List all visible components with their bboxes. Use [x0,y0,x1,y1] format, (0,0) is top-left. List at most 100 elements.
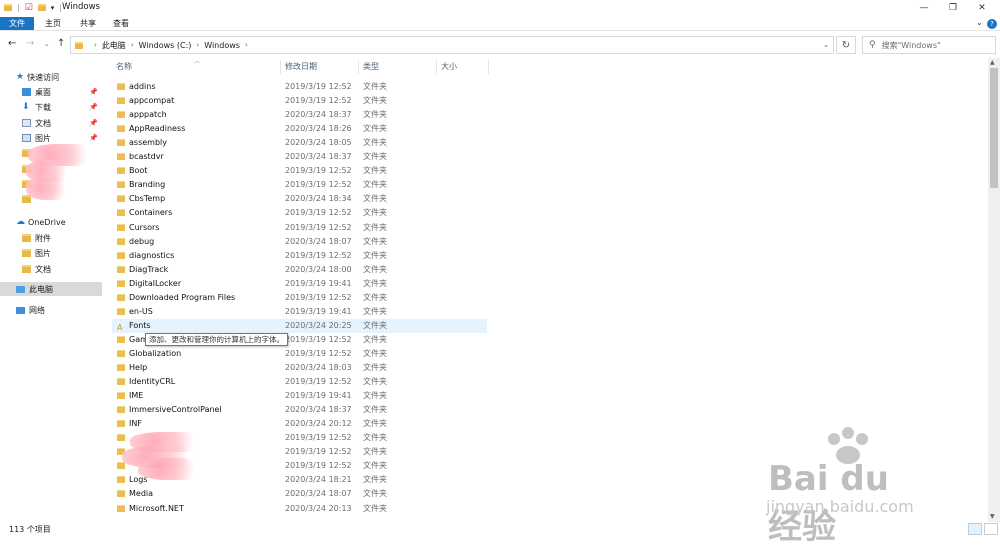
maximize-button[interactable]: ❐ [939,0,967,15]
breadcrumb-drive[interactable]: Windows (C:) [139,41,192,50]
table-row[interactable]: AppReadiness 2020/3/24 18:26 文件夹 [112,122,487,136]
table-row[interactable]: DiagTrack 2020/3/24 18:00 文件夹 [112,263,487,277]
folder-icon [117,420,125,428]
file-name: Containers [129,208,173,218]
file-type: 文件夹 [363,447,387,457]
refresh-button[interactable]: ↻ [836,36,856,54]
file-type: 文件夹 [363,306,387,316]
properties-icon[interactable]: ☑ [25,3,33,13]
expand-ribbon-icon[interactable]: ⌄ [976,18,983,27]
folder-icon [117,83,125,90]
close-button[interactable]: ✕ [968,0,996,15]
tab-share[interactable]: 共享 [72,17,104,30]
file-name: Boot [129,166,148,176]
table-row[interactable]: Boot 2019/3/19 12:52 文件夹 [112,164,487,178]
file-type: 文件夹 [363,110,387,120]
file-name: IdentityCRL [129,377,176,387]
file-type: 文件夹 [363,138,387,148]
file-date: 2019/3/19 12:52 [285,292,352,302]
table-row[interactable]: IdentityCRL 2019/3/19 12:52 文件夹 [112,375,487,389]
table-row[interactable]: Cursors 2019/3/19 12:52 文件夹 [112,221,487,235]
up-icon[interactable]: ↑ [57,38,65,49]
details-view-icon[interactable] [968,523,982,535]
file-date: 2019/3/19 12:52 [285,82,352,91]
nav-item-attachments[interactable]: 附件 [0,231,102,245]
nav-onedrive[interactable]: ☁ OneDrive [0,215,102,229]
folder-icon [117,335,125,343]
folder-icon [117,406,125,414]
recent-locations-icon[interactable]: ⌄ [44,40,50,48]
table-row[interactable]: Help 2020/3/24 18:03 文件夹 [112,361,487,375]
file-name: INF [129,419,142,429]
help-icon[interactable]: ? [987,19,997,29]
breadcrumb-windows[interactable]: Windows [204,41,240,50]
network-icon [16,306,25,314]
column-header-date[interactable]: 修改日期 [285,60,317,74]
table-row[interactable]: diagnostics 2019/3/19 12:52 文件夹 [112,249,487,263]
table-row[interactable]: IME 2019/3/19 19:41 文件夹 [112,389,487,403]
table-row[interactable]: debug 2020/3/24 18:07 文件夹 [112,235,487,249]
table-row[interactable]: bcastdvr 2020/3/24 18:37 文件夹 [112,150,487,164]
table-row[interactable]: addins 2019/3/19 12:52 文件夹 [112,80,487,94]
nav-item-pictures[interactable]: 图片 📌 [0,131,102,145]
table-row[interactable]: Microsoft.NET 2020/3/24 20:13 文件夹 [112,502,487,516]
address-dropdown-icon[interactable]: ⌄ [823,41,829,49]
file-type: 文件夹 [363,222,387,232]
scroll-down-icon[interactable]: ▼ [990,513,995,520]
tab-home[interactable]: 主页 [37,17,69,30]
tab-file[interactable]: 文件 [0,17,34,30]
table-row[interactable]: CbsTemp 2020/3/24 18:34 文件夹 [112,192,487,206]
table-row[interactable]: assembly 2020/3/24 18:05 文件夹 [112,136,487,150]
file-type: 文件夹 [363,363,387,372]
table-row[interactable]: DigitalLocker 2019/3/19 19:41 文件夹 [112,277,487,291]
table-row[interactable]: Media 2020/3/24 18:07 文件夹 [112,487,487,501]
folder-icon [117,153,125,161]
nav-item-desktop[interactable]: 桌面 📌 [0,85,102,99]
column-header-name[interactable]: 名称 [116,60,132,74]
breadcrumb-this-pc[interactable]: 此电脑 [102,40,126,51]
file-name: Media [129,489,154,499]
table-row[interactable]: Downloaded Program Files 2019/3/19 12:52 文… [112,291,487,305]
file-date: 2020/3/24 18:00 [285,264,352,274]
nav-item-documents[interactable]: 文档 📌 [0,116,102,130]
search-input[interactable]: ⚲ 搜索"Windows" [862,36,996,54]
column-header-type[interactable]: 类型 [363,60,379,74]
nav-item-od-documents[interactable]: 文档 [0,262,102,276]
table-row[interactable]: Branding 2019/3/19 12:52 文件夹 [112,178,487,192]
file-type: 文件夹 [363,264,387,274]
nav-item-od-pictures[interactable]: 图片 [0,246,102,260]
file-name: Downloaded Program Files [129,292,236,302]
address-bar[interactable]: › 此电脑 › Windows (C:) › Windows › ⌄ [70,36,834,54]
nav-network[interactable]: 网络 [0,303,102,317]
file-type: 文件夹 [363,180,387,190]
table-row[interactable]: en-US 2019/3/19 19:41 文件夹 [112,305,487,319]
nav-quick-access[interactable]: ★ 快速访问 [0,70,102,84]
table-row[interactable]: A Fonts 2020/3/24 20:25 文件夹 [112,318,487,333]
scrollbar-thumb[interactable] [990,68,998,188]
folder-icon [117,167,125,175]
back-icon[interactable]: ← [8,38,16,49]
table-row[interactable]: appcompat 2019/3/19 12:52 文件夹 [112,94,487,108]
scroll-up-icon[interactable]: ▲ [990,59,995,66]
large-icons-view-icon[interactable] [984,523,998,535]
table-row[interactable]: Containers 2019/3/19 12:52 文件夹 [112,206,487,220]
window-title: Windows [62,2,100,12]
forward-icon[interactable]: → [26,38,34,49]
table-row[interactable]: Globalization 2019/3/19 12:52 文件夹 [112,347,487,361]
tab-view[interactable]: 查看 [105,17,137,30]
table-row[interactable]: apppatch 2020/3/24 18:37 文件夹 [112,108,487,122]
minimize-button[interactable]: — [910,0,938,15]
nav-item-downloads[interactable]: ⬇ 下载 📌 [0,100,102,114]
table-row[interactable]: ImmersiveControlPanel 2020/3/24 18:37 文件夹 [112,403,487,417]
nav-this-pc[interactable]: 此电脑 [0,282,102,296]
file-type: 文件夹 [363,475,387,485]
vertical-scrollbar[interactable]: ▲ ▼ [988,58,1000,522]
customize-toolbar-icon[interactable]: ▾ [51,4,55,12]
file-name: Branding [129,180,166,190]
redaction-blur [138,458,208,480]
table-row[interactable]: INF 2020/3/24 20:12 文件夹 [112,417,487,431]
column-header-size[interactable]: 大小 [441,60,457,74]
new-folder-icon[interactable] [37,4,46,11]
folder-icon [117,490,125,498]
pin-icon: 📌 [89,119,98,127]
